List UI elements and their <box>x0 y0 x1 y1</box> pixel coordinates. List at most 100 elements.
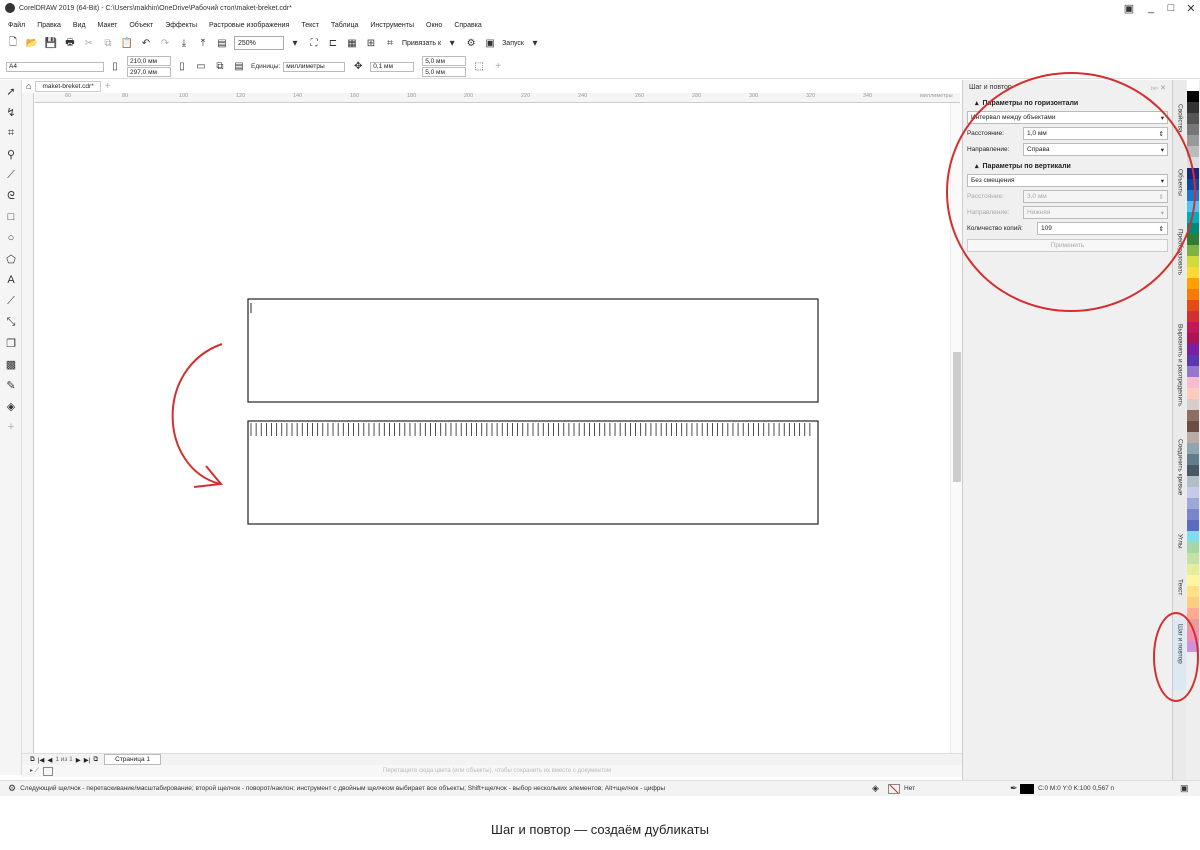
fill-none-swatch[interactable] <box>888 783 900 794</box>
menu-object[interactable]: Объект <box>129 22 153 29</box>
guidelines-icon[interactable]: ⊞ <box>364 36 378 50</box>
tab-corners[interactable]: Углы <box>1173 530 1187 570</box>
color-swatch[interactable] <box>1187 124 1199 135</box>
color-swatch[interactable] <box>1187 333 1199 344</box>
drawing-canvas[interactable] <box>34 103 960 753</box>
welcome-home-icon[interactable]: ⌂ <box>26 81 31 91</box>
prev-page-icon[interactable]: ◀ <box>47 756 52 764</box>
color-swatch[interactable] <box>1187 553 1199 564</box>
original-rectangle[interactable] <box>247 298 819 403</box>
color-swatch[interactable] <box>1187 311 1199 322</box>
menu-tools[interactable]: Инструменты <box>370 22 414 29</box>
menu-edit[interactable]: Правка <box>37 22 61 29</box>
color-swatch[interactable] <box>1187 344 1199 355</box>
minimize-button[interactable]: _ <box>1140 0 1162 16</box>
color-swatch[interactable] <box>1187 245 1199 256</box>
color-swatch[interactable] <box>1187 102 1199 113</box>
document-palette[interactable]: ▸ ⟋ Перетащите сюда цвета (или объекты),… <box>22 765 962 777</box>
color-swatch[interactable] <box>1187 377 1199 388</box>
import-icon[interactable]: ⤓ <box>177 36 191 50</box>
tab-join-curves[interactable]: Соединить кривые <box>1173 435 1187 525</box>
zoom-level-field[interactable]: 250% <box>234 36 284 50</box>
outline-color-swatch[interactable] <box>1020 783 1034 794</box>
text-tool-icon[interactable]: A <box>1 270 21 290</box>
color-swatch[interactable] <box>1187 564 1199 575</box>
menu-text[interactable]: Текст <box>301 22 319 29</box>
redo-icon[interactable]: ↷ <box>158 36 172 50</box>
color-swatch[interactable] <box>1187 597 1199 608</box>
color-swatch[interactable] <box>1187 91 1199 102</box>
crop-tool-icon[interactable]: ⌗ <box>1 123 21 143</box>
rectangle-tool-icon[interactable]: □ <box>1 207 21 227</box>
units-select[interactable]: миллиметры <box>283 61 346 72</box>
pick-tool-icon[interactable]: ➚ <box>1 81 21 101</box>
landscape-icon[interactable]: ▭ <box>194 60 208 74</box>
fill-tool-icon[interactable]: ◈ <box>1 396 21 416</box>
color-swatch[interactable] <box>1187 256 1199 267</box>
page-options-icon[interactable]: ⧉ <box>30 756 35 764</box>
artistic-media-icon[interactable]: ᘓ <box>1 186 21 206</box>
undo-icon[interactable]: ↶ <box>139 36 153 50</box>
launch-dropdown-icon[interactable]: ▾ <box>528 36 542 50</box>
color-swatch[interactable] <box>1187 80 1199 91</box>
docker-close-icon[interactable]: ▹▹ ✕ <box>1151 84 1166 92</box>
maximize-button[interactable]: □ <box>1160 0 1182 16</box>
rulers-icon[interactable]: ⊏ <box>326 36 340 50</box>
duplicated-rectangle[interactable] <box>247 420 819 525</box>
color-swatch[interactable] <box>1187 278 1199 289</box>
zoom-dropdown-icon[interactable]: ▾ <box>288 36 302 50</box>
zoom-tool-icon[interactable]: ⚲ <box>1 144 21 164</box>
color-swatch[interactable] <box>1187 421 1199 432</box>
page-height-field[interactable]: 297,0 мм <box>127 67 171 77</box>
page-frame-icon[interactable]: ⬚ <box>472 60 486 74</box>
color-swatch[interactable] <box>1187 135 1199 146</box>
dimension-tool-icon[interactable]: ⟋ <box>1 291 21 311</box>
add-page-icon[interactable]: + <box>491 60 505 74</box>
new-tab-icon[interactable]: + <box>105 81 111 92</box>
page-size-select[interactable]: A4 <box>6 61 104 72</box>
options-gear-icon[interactable]: ⚙ <box>464 36 478 50</box>
snap-to-button[interactable]: Привязать к <box>402 40 441 47</box>
tab-align-distribute[interactable]: Выровнять и распределить <box>1173 320 1187 430</box>
eyedropper-icon[interactable]: ✎ <box>1 375 21 395</box>
add-page-tab-icon[interactable]: ⧉ <box>93 756 98 764</box>
print-icon[interactable]: 🖶 <box>63 36 77 50</box>
duplicate-y-field[interactable]: 5,0 мм <box>422 67 467 77</box>
menu-window[interactable]: Окно <box>426 22 442 29</box>
color-swatch[interactable] <box>1187 267 1199 278</box>
grid-icon[interactable]: ▦ <box>345 36 359 50</box>
color-swatch[interactable] <box>1187 432 1199 443</box>
color-swatch[interactable] <box>1187 388 1199 399</box>
cut-icon[interactable]: ✂ <box>82 36 96 50</box>
no-color-swatch[interactable] <box>42 766 53 776</box>
paste-icon[interactable]: 📋 <box>120 36 134 50</box>
menu-help[interactable]: Справка <box>454 22 481 29</box>
color-swatch[interactable] <box>1187 476 1199 487</box>
color-swatch[interactable] <box>1187 531 1199 542</box>
color-swatch[interactable] <box>1187 586 1199 597</box>
polygon-tool-icon[interactable]: ⬠ <box>1 249 21 269</box>
color-swatch[interactable] <box>1187 575 1199 586</box>
page-tab[interactable]: Страница 1 <box>104 754 162 765</box>
color-swatch[interactable] <box>1187 520 1199 531</box>
scrollbar-thumb[interactable] <box>953 352 961 482</box>
add-tool-icon[interactable]: + <box>1 417 21 437</box>
drop-shadow-icon[interactable]: ❐ <box>1 333 21 353</box>
freehand-tool-icon[interactable]: ⟋ <box>1 165 21 185</box>
shape-tool-icon[interactable]: ↯ <box>1 102 21 122</box>
document-tab[interactable]: maket-breket.cdr* <box>35 80 101 92</box>
color-swatch[interactable] <box>1187 608 1199 619</box>
next-page-icon[interactable]: ▶ <box>76 756 81 764</box>
menu-file[interactable]: Файл <box>8 22 25 29</box>
export-icon[interactable]: ⤒ <box>196 36 210 50</box>
close-button[interactable]: ✕ <box>1180 0 1200 16</box>
connector-tool-icon[interactable]: ⤡ <box>1 312 21 332</box>
nudge-distance-field[interactable]: 0,1 мм <box>370 61 415 72</box>
page-width-field[interactable]: 210,0 мм <box>127 56 171 66</box>
outline-pen-icon[interactable]: ✒ <box>1010 783 1018 794</box>
launch-button[interactable]: Запуск <box>502 40 524 47</box>
vertical-ruler[interactable] <box>22 93 34 753</box>
color-swatch[interactable] <box>1187 322 1199 333</box>
menu-view[interactable]: Вид <box>73 22 86 29</box>
menu-layout[interactable]: Макет <box>98 22 118 29</box>
